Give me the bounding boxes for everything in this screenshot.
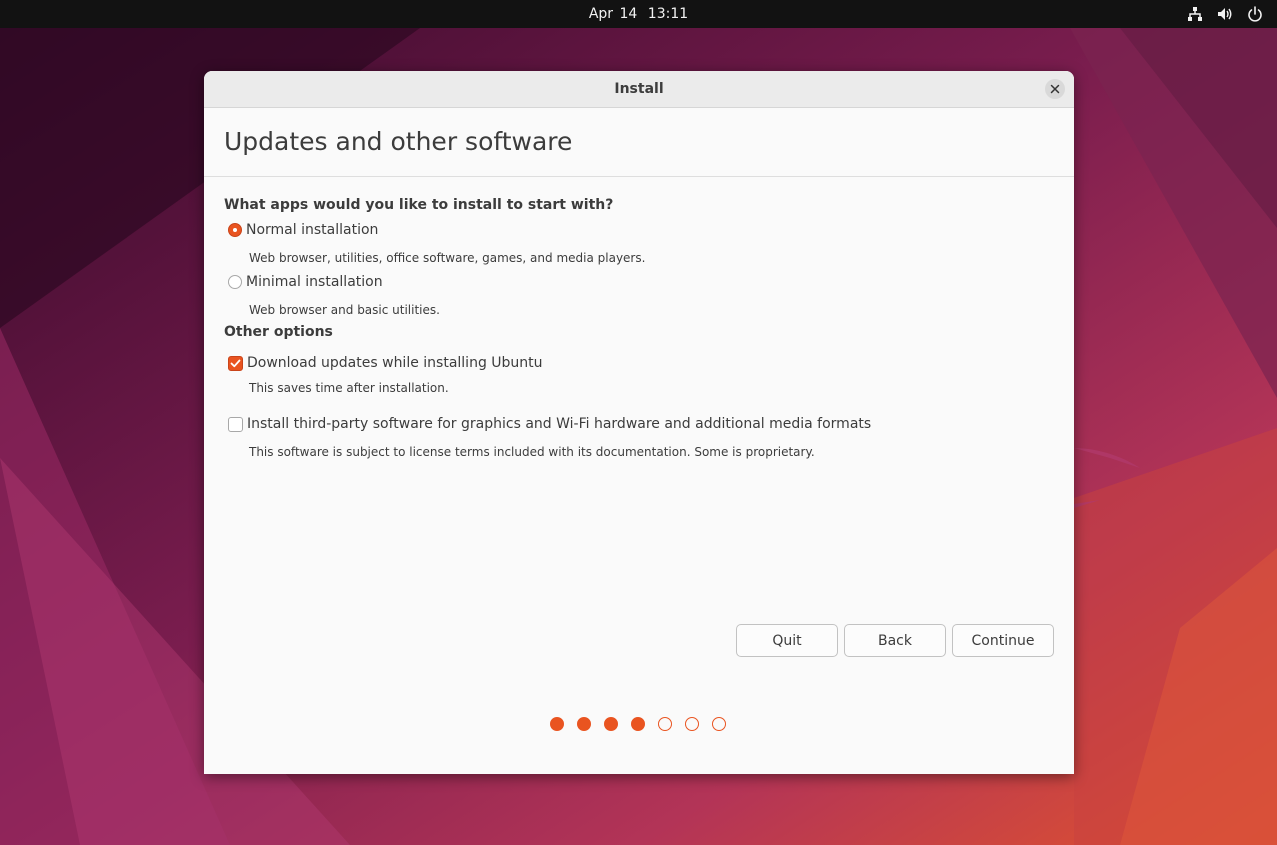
download-updates-checkbox[interactable]: Download updates while installing Ubuntu <box>228 355 543 371</box>
checkbox-indicator-download-updates[interactable] <box>228 355 243 371</box>
clock[interactable]: Apr 14 13:11 <box>0 0 1277 28</box>
minimal-installation-label: Minimal installation <box>246 274 383 290</box>
continue-button[interactable]: Continue <box>952 624 1054 657</box>
apps-section-label: What apps would you like to install to s… <box>224 197 614 213</box>
close-icon <box>1050 84 1060 94</box>
top-bar: Apr 14 13:11 <box>0 0 1277 28</box>
checkbox-indicator-third-party[interactable] <box>228 416 243 432</box>
download-updates-description: This saves time after installation. <box>249 381 449 395</box>
power-icon[interactable] <box>1247 6 1263 22</box>
normal-installation-description: Web browser, utilities, office software,… <box>249 251 646 265</box>
progress-dot <box>712 717 726 731</box>
minimal-installation-radio[interactable]: Minimal installation <box>228 274 383 290</box>
volume-icon[interactable] <box>1217 6 1233 22</box>
progress-dots <box>550 717 726 731</box>
progress-dot <box>658 717 672 731</box>
system-tray[interactable] <box>1187 0 1263 28</box>
clock-time: 13:11 <box>647 6 689 22</box>
normal-installation-radio[interactable]: Normal installation <box>228 222 378 238</box>
normal-installation-label: Normal installation <box>246 222 379 238</box>
page-header: Updates and other software <box>204 108 1074 177</box>
progress-dot <box>631 717 645 731</box>
close-button[interactable] <box>1045 79 1065 99</box>
other-options-label: Other options <box>224 324 333 340</box>
network-icon[interactable] <box>1187 6 1203 22</box>
back-button[interactable]: Back <box>844 624 946 657</box>
install-window: Install Updates and other software What … <box>204 71 1074 774</box>
checkmark-icon <box>230 359 241 367</box>
download-updates-label: Download updates while installing Ubuntu <box>247 355 543 371</box>
progress-dot <box>577 717 591 731</box>
clock-date: Apr 14 <box>588 6 638 22</box>
radio-indicator-normal[interactable] <box>228 223 242 237</box>
radio-indicator-minimal[interactable] <box>228 275 242 289</box>
window-title: Install <box>614 81 664 97</box>
third-party-software-description: This software is subject to license term… <box>249 445 815 459</box>
progress-dot <box>685 717 699 731</box>
progress-dot <box>604 717 618 731</box>
quit-button[interactable]: Quit <box>736 624 838 657</box>
window-titlebar[interactable]: Install <box>204 71 1074 108</box>
progress-dot <box>550 717 564 731</box>
page-title: Updates and other software <box>224 127 573 156</box>
minimal-installation-description: Web browser and basic utilities. <box>249 303 440 317</box>
third-party-software-label: Install third-party software for graphic… <box>247 416 872 432</box>
third-party-software-checkbox[interactable]: Install third-party software for graphic… <box>228 416 871 432</box>
